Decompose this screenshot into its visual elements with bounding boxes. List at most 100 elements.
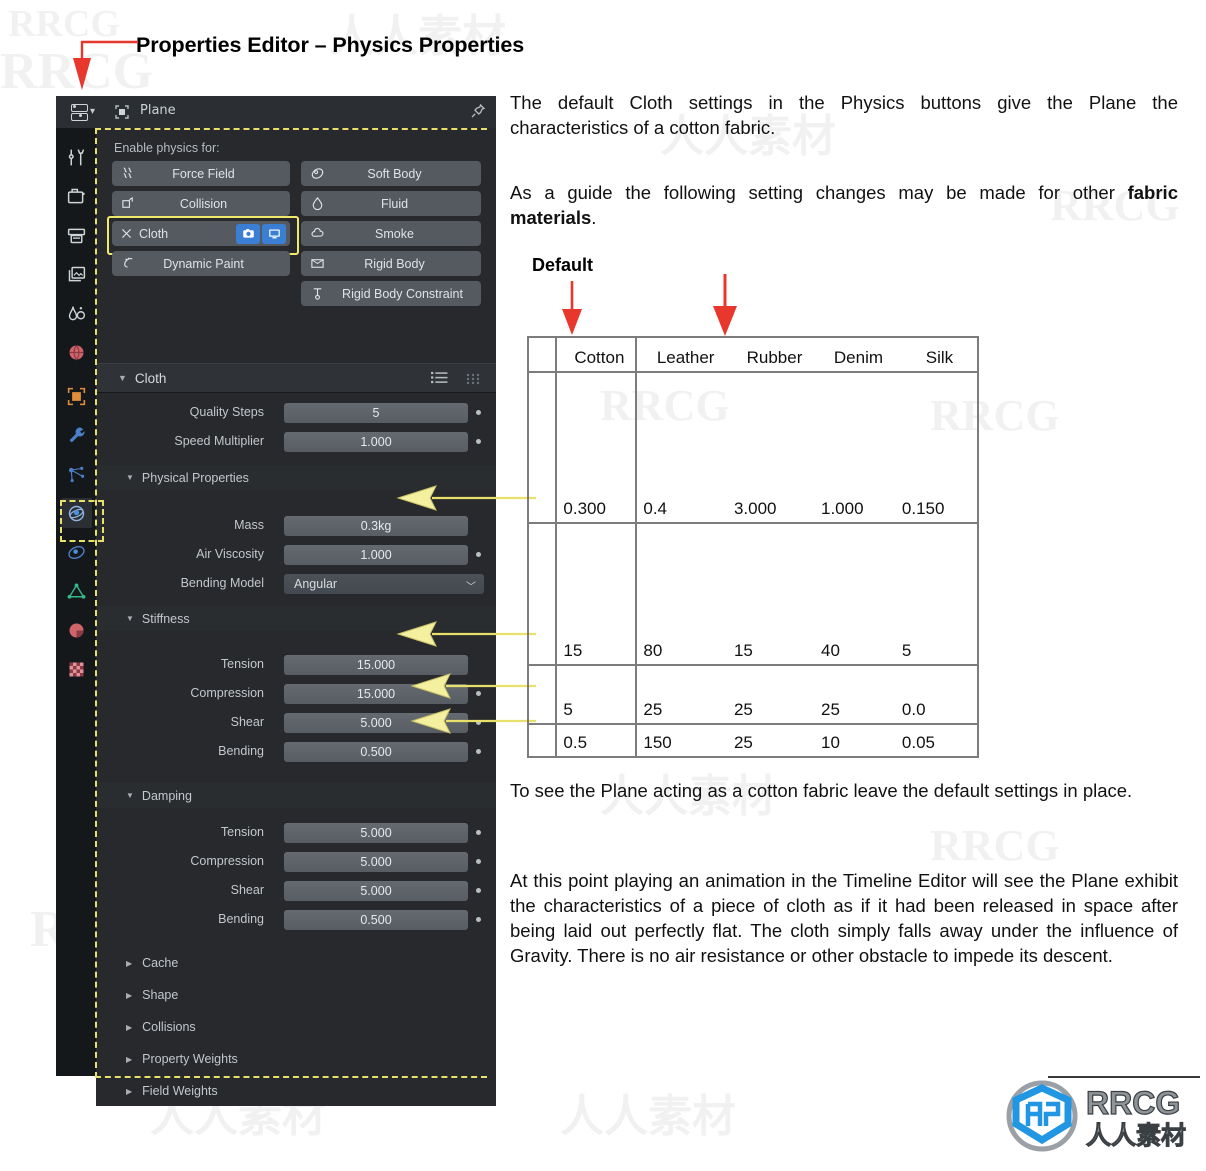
cloth-panel-header[interactable]: ▼ Cloth [96, 363, 496, 393]
chevron-down-icon: ▼ [126, 791, 134, 800]
air-viscosity-row[interactable]: Air Viscosity 1.000 [96, 545, 496, 566]
animate-dot-icon[interactable] [476, 439, 481, 444]
property-weights-label: Property Weights [142, 1052, 238, 1066]
bending-model-label: Bending Model [180, 576, 264, 590]
animate-dot-icon[interactable] [476, 552, 481, 557]
properties-tab-strip[interactable] [56, 128, 96, 1076]
rrcg-logo: RRCG 人人素材 [1000, 1078, 1200, 1164]
sidebar-item-particles[interactable] [60, 459, 92, 489]
cell-shear-leather: 25 [636, 665, 728, 725]
animate-dot-icon[interactable] [476, 859, 481, 864]
shape-panel-header[interactable]: ▶ Shape [96, 980, 496, 1010]
animate-dot-icon[interactable] [476, 917, 481, 922]
images-stack-icon [68, 266, 85, 281]
cell-shear-rubber: 25 [727, 665, 815, 725]
note-paragraph-2-a: As a guide the following setting changes… [510, 182, 1128, 203]
speed-multiplier-row[interactable]: Speed Multiplier 1.000 [96, 432, 496, 453]
mass-row[interactable]: Mass 0.3kg [96, 516, 496, 537]
soft-body-label: Soft Body [367, 166, 422, 181]
quality-steps-field[interactable]: 5 [284, 403, 468, 423]
damping-bending-row[interactable]: Bending 0.500 [96, 910, 496, 931]
stiffness-bending-label: Bending [218, 744, 264, 758]
bending-model-dropdown[interactable]: Angular ﹀ [284, 574, 484, 594]
animate-dot-icon[interactable] [476, 749, 481, 754]
collision-button[interactable]: Collision [112, 191, 290, 216]
stiffness-bending-field[interactable]: 0.500 [284, 742, 468, 762]
row-label-shear [526, 665, 557, 725]
damping-shear-field[interactable]: 5.000 [284, 881, 468, 901]
sidebar-item-physics[interactable] [60, 498, 92, 528]
air-viscosity-field[interactable]: 1.000 [284, 545, 468, 565]
speed-multiplier-field[interactable]: 1.000 [284, 432, 468, 452]
damping-shear-row[interactable]: Shear 5.000 [96, 881, 496, 902]
cache-panel-header[interactable]: ▶ Cache [96, 948, 496, 978]
sidebar-item-object-data[interactable] [60, 576, 92, 606]
dynamic-paint-button[interactable]: Dynamic Paint [112, 251, 290, 276]
damping-bending-field[interactable]: 0.500 [284, 910, 468, 930]
collisions-panel-header[interactable]: ▶ Collisions [96, 1012, 496, 1042]
stiffness-shear-row[interactable]: Shear 5.000 [96, 713, 496, 734]
animate-dot-icon[interactable] [476, 691, 481, 696]
sidebar-item-scene[interactable] [60, 298, 92, 328]
mass-field[interactable]: 0.3kg [284, 516, 468, 536]
damping-compression-value: 5.000 [360, 855, 392, 869]
damping-compression-row[interactable]: Compression 5.000 [96, 852, 496, 873]
cell-tension-cotton: 15 [555, 523, 638, 666]
sidebar-item-tool[interactable] [60, 142, 92, 172]
sidebar-item-object[interactable] [60, 381, 92, 411]
sidebar-item-world[interactable] [60, 337, 92, 367]
properties-editor[interactable]: ▾ Plane Enable physics for: Force Field … [56, 96, 496, 1106]
sidebar-item-texture[interactable] [60, 654, 92, 684]
stiffness-tension-row[interactable]: Tension 15.000 [96, 655, 496, 676]
editor-type-button[interactable]: ▾ [62, 99, 104, 125]
mass-label: Mass [234, 518, 264, 532]
field-weights-panel-header[interactable]: ▶ Field Weights [96, 1076, 496, 1106]
stiffness-bending-row[interactable]: Bending 0.500 [96, 742, 496, 763]
stiffness-shear-field[interactable]: 5.000 [284, 713, 468, 733]
damping-compression-field[interactable]: 5.000 [284, 852, 468, 872]
sidebar-item-render[interactable] [60, 181, 92, 211]
grip-icon[interactable] [466, 372, 482, 390]
sidebar-item-view-layer[interactable] [60, 259, 92, 289]
physical-properties-title: Physical Properties [141, 470, 249, 485]
preset-list-icon[interactable] [431, 370, 448, 390]
editor-header: ▾ Plane [56, 96, 496, 128]
bending-model-row[interactable]: Bending Model Angular ﹀ [96, 574, 496, 595]
quality-steps-row[interactable]: Quality Steps 5 [96, 403, 496, 424]
damping-tension-field[interactable]: 5.000 [284, 823, 468, 843]
material-sphere-icon [69, 623, 83, 637]
stiffness-header[interactable]: ▼ Stiffness [96, 606, 496, 631]
soft-body-button[interactable]: Soft Body [301, 161, 481, 186]
smoke-button[interactable]: Smoke [301, 221, 481, 246]
stiffness-tension-field[interactable]: 15.000 [284, 655, 468, 675]
collision-label: Collision [179, 196, 228, 211]
animate-dot-icon[interactable] [476, 830, 481, 835]
damping-tension-row[interactable]: Tension 5.000 [96, 823, 496, 844]
stiffness-compression-row[interactable]: Compression 15.000 [96, 684, 496, 705]
property-weights-panel-header[interactable]: ▶ Property Weights [96, 1044, 496, 1074]
cell-shear-denim: 25 [815, 665, 896, 725]
damping-header[interactable]: ▼ Damping [96, 783, 496, 808]
animate-dot-icon[interactable] [476, 888, 481, 893]
animate-dot-icon[interactable] [476, 410, 481, 415]
force-field-button[interactable]: Force Field [112, 161, 290, 186]
column-header-denim: Denim [815, 336, 896, 373]
sidebar-item-modifiers[interactable] [60, 420, 92, 450]
physical-properties-header[interactable]: ▼ Physical Properties [96, 465, 496, 490]
stiffness-title: Stiffness [141, 611, 190, 626]
sidebar-item-object-constraints[interactable] [60, 537, 92, 567]
sidebar-item-output[interactable] [60, 220, 92, 250]
mesh-data-icon [67, 582, 85, 599]
animate-dot-icon[interactable] [476, 720, 481, 725]
chevron-right-icon: ▶ [126, 1054, 133, 1064]
chevron-down-icon: ﹀ [466, 582, 476, 593]
pin-icon[interactable] [470, 103, 486, 119]
sidebar-item-material[interactable] [60, 615, 92, 645]
rigid-body-button[interactable]: Rigid Body [301, 251, 481, 276]
table-row-shear: 5 25 25 25 0.0 [526, 665, 980, 725]
stiffness-tension-value: 15.000 [356, 658, 396, 672]
tool-icon [68, 148, 84, 165]
fluid-button[interactable]: Fluid [301, 191, 481, 216]
rigid-body-constraint-button[interactable]: Rigid Body Constraint [301, 281, 481, 306]
stiffness-compression-field[interactable]: 15.000 [284, 684, 468, 704]
